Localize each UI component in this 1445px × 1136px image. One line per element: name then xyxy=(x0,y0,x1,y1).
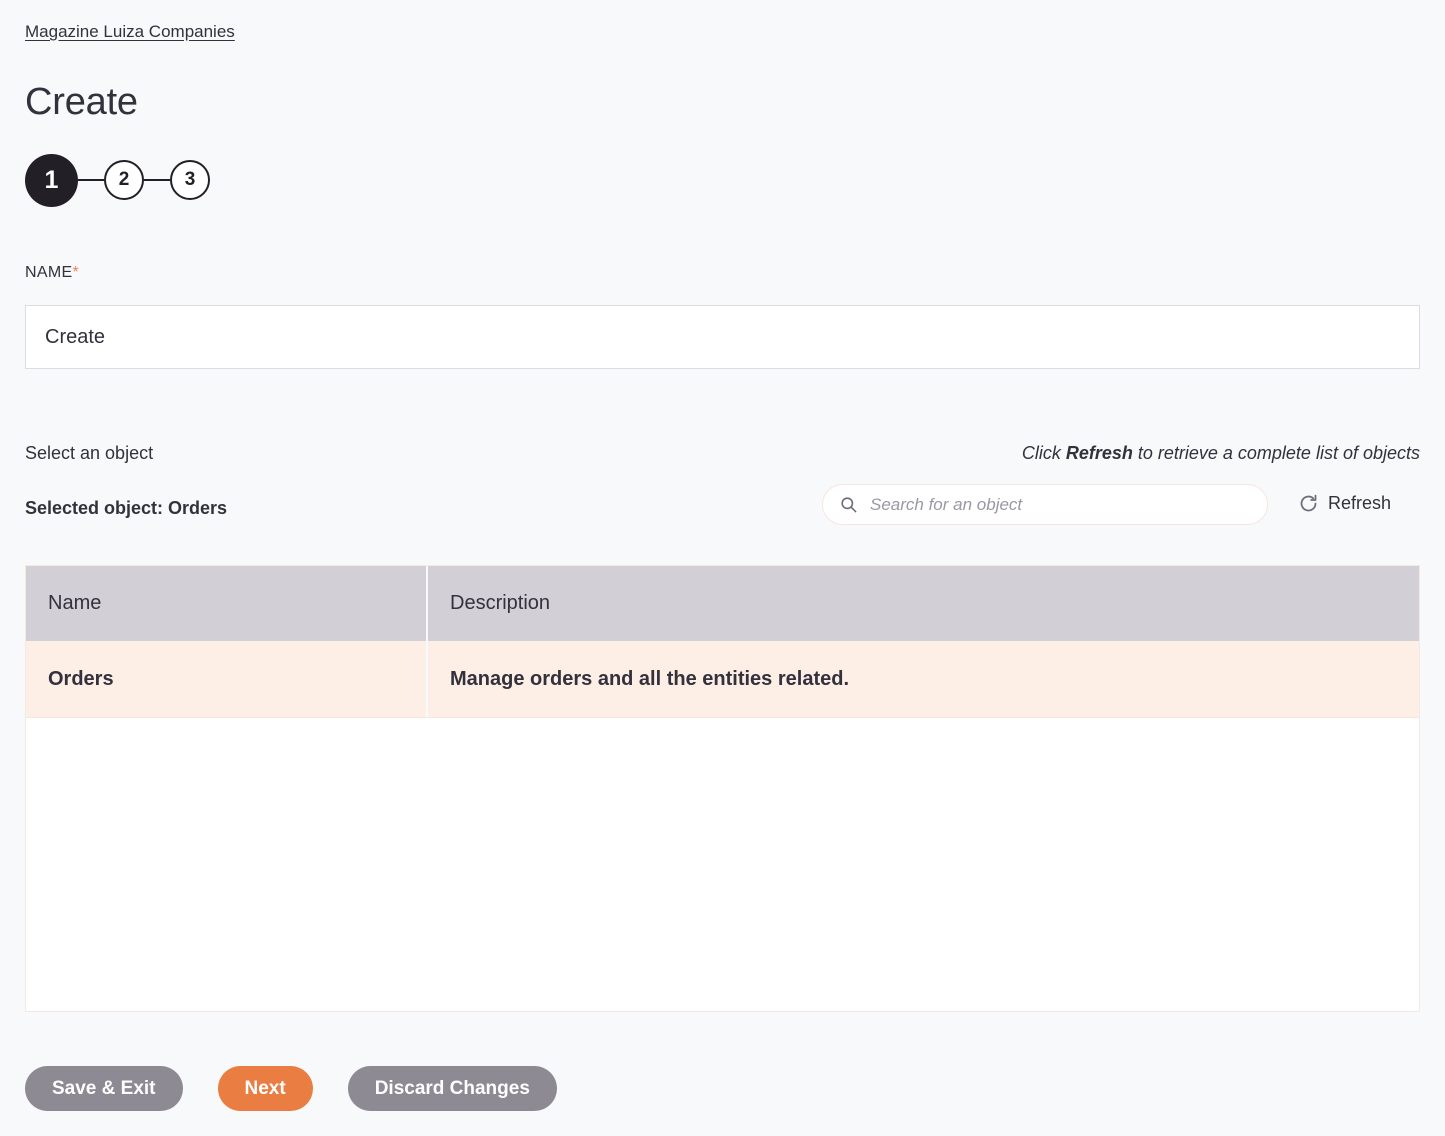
search-box[interactable] xyxy=(822,484,1268,525)
table-header-row: Name Description xyxy=(26,566,1419,641)
refresh-hint-prefix: Click xyxy=(1021,443,1066,463)
stepper-connector-1 xyxy=(78,179,104,181)
save-and-exit-button[interactable]: Save & Exit xyxy=(25,1066,183,1111)
select-an-object-label: Select an object xyxy=(25,443,154,463)
table-header-description: Description xyxy=(450,592,551,614)
stepper-step-3-number: 3 xyxy=(184,169,196,190)
selected-object-label: Selected object: Orders xyxy=(25,498,228,518)
stepper-step-1[interactable]: 1 xyxy=(25,153,78,207)
refresh-hint-suffix: to retrieve a complete list of objects xyxy=(1132,443,1420,463)
create-page: Magazine Luiza Companies Create 1 2 3 NA… xyxy=(0,0,1445,1136)
page-title: Create xyxy=(25,81,138,123)
discard-changes-button[interactable]: Discard Changes xyxy=(347,1066,557,1111)
table-cell-name: Orders xyxy=(26,641,428,717)
stepper-step-1-number: 1 xyxy=(44,165,59,194)
footer-actions: Save & Exit Next Discard Changes xyxy=(25,1066,557,1111)
breadcrumb-magazine-luiza-companies[interactable]: Magazine Luiza Companies xyxy=(25,21,235,43)
search-icon xyxy=(841,497,857,513)
refresh-button[interactable]: Refresh xyxy=(1298,493,1391,514)
stepper-step-2-number: 2 xyxy=(118,169,130,190)
name-field-label-text: NAME xyxy=(25,264,73,281)
name-input[interactable] xyxy=(25,305,1420,369)
required-asterisk: * xyxy=(72,264,79,281)
table-empty-area xyxy=(26,718,1419,1011)
stepper-step-3[interactable]: 3 xyxy=(170,160,210,200)
refresh-hint-bold: Refresh xyxy=(1065,443,1133,463)
next-button[interactable]: Next xyxy=(217,1066,313,1111)
refresh-hint: Click Refresh to retrieve a complete lis… xyxy=(1022,441,1420,465)
refresh-icon xyxy=(1300,494,1317,512)
stepper-connector-2 xyxy=(144,179,170,181)
table-header-name: Name xyxy=(26,566,428,641)
search-input[interactable] xyxy=(870,494,1251,515)
name-field-label: NAME* xyxy=(25,263,79,283)
stepper-step-2[interactable]: 2 xyxy=(104,160,144,200)
refresh-button-label: Refresh xyxy=(1328,493,1392,513)
table-cell-description: Manage orders and all the entities relat… xyxy=(450,667,850,690)
wizard-stepper: 1 2 3 xyxy=(25,153,210,207)
table-row[interactable]: Orders Manage orders and all the entitie… xyxy=(26,641,1419,718)
objects-table: Name Description Orders Manage orders an… xyxy=(25,565,1420,1012)
